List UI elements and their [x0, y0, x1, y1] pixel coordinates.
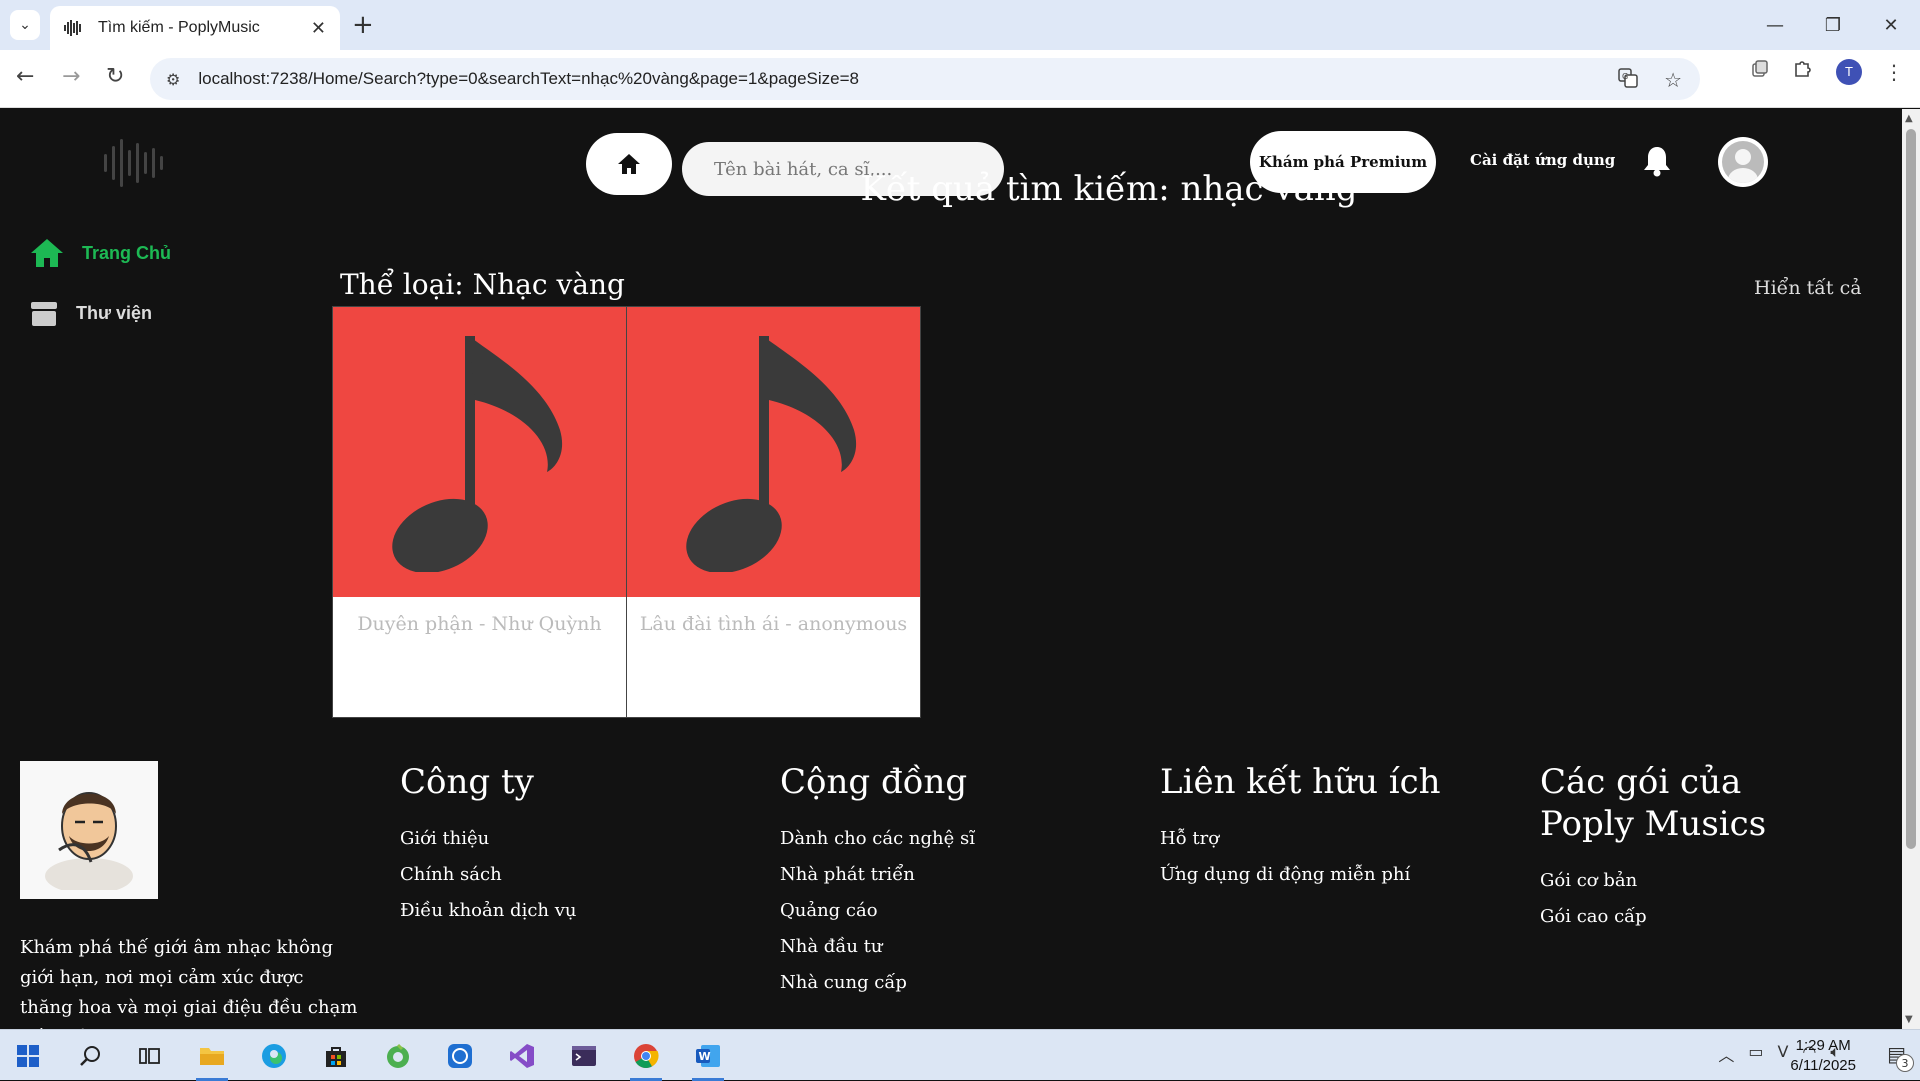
- browser-toolbar: ← → ↻ ⚙ localhost:7238/Home/Search?type=…: [0, 50, 1920, 108]
- zalo-icon[interactable]: [440, 1038, 480, 1074]
- sidebar-item-label: Thư viện: [76, 302, 153, 323]
- footer-link[interactable]: Quảng cáo: [780, 893, 975, 929]
- footer-link[interactable]: Giới thiệu: [400, 821, 577, 857]
- scroll-down-icon[interactable]: ▼: [1905, 1014, 1913, 1025]
- tab-search-button[interactable]: ⌄: [10, 10, 40, 40]
- store-icon[interactable]: [316, 1038, 356, 1074]
- browser-tab[interactable]: Tìm kiếm - PoplyMusic ✕: [50, 6, 340, 50]
- page-content: Khám phá Premium Cài đặt ứng dụng Trang …: [0, 109, 1902, 1029]
- reload-icon[interactable]: ↻: [106, 64, 124, 89]
- scroll-up-icon[interactable]: ▲: [1905, 113, 1913, 124]
- clock-date: 6/11/2025: [1790, 1057, 1856, 1074]
- sidebar-item-library[interactable]: Thư viện: [30, 295, 171, 331]
- footer-logo-image: [20, 761, 158, 899]
- clock-time: 1:29 AM: [1795, 1037, 1851, 1054]
- minimize-icon[interactable]: —: [1746, 0, 1804, 50]
- song-card[interactable]: Duyên phận - Như Quỳnh: [332, 306, 627, 718]
- chrome-icon[interactable]: [626, 1038, 666, 1081]
- terminal-icon[interactable]: [564, 1038, 604, 1074]
- menu-icon[interactable]: ⋮: [1884, 60, 1904, 84]
- edge-browser-icon[interactable]: [254, 1038, 294, 1074]
- windows-start-icon[interactable]: [8, 1038, 48, 1074]
- footer-link[interactable]: Nhà cung cấp: [780, 965, 975, 1001]
- tab-title: Tìm kiếm - PoplyMusic: [98, 19, 260, 36]
- footer-column-useful-links: Liên kết hữu ích Hỗ trợ Ứng dụng di động…: [1160, 761, 1441, 893]
- show-all-link[interactable]: Hiển tất cả: [1754, 277, 1862, 299]
- song-card[interactable]: Lâu đài tình ái - anonymous: [626, 306, 921, 718]
- task-view-icon[interactable]: [130, 1038, 170, 1074]
- coccoc-browser-icon[interactable]: [378, 1038, 418, 1074]
- svg-text:G: G: [1622, 72, 1628, 81]
- word-icon[interactable]: W: [688, 1038, 728, 1081]
- footer-link[interactable]: Nhà phát triển: [780, 857, 975, 893]
- vpn-icon[interactable]: V: [1777, 1042, 1788, 1066]
- profile-avatar[interactable]: T: [1836, 58, 1862, 85]
- footer-link[interactable]: Gói cơ bản: [1540, 863, 1840, 899]
- forward-icon[interactable]: →: [62, 64, 80, 89]
- music-note-icon: [685, 336, 856, 572]
- footer-column-company: Công ty Giới thiệu Chính sách Điều khoản…: [400, 761, 577, 929]
- extensions-stack-icon[interactable]: [1750, 59, 1770, 84]
- music-note-icon: [391, 336, 562, 572]
- install-app-link[interactable]: Cài đặt ứng dụng: [1470, 151, 1615, 169]
- library-icon: [31, 302, 57, 326]
- sidebar-item-label: Trang Chủ: [82, 242, 171, 263]
- footer-column-title: Liên kết hữu ích: [1160, 762, 1441, 802]
- visual-studio-icon[interactable]: [502, 1038, 542, 1074]
- back-icon[interactable]: ←: [16, 64, 34, 89]
- bookmark-star-icon[interactable]: ☆: [1664, 68, 1682, 93]
- tab-close-icon[interactable]: ✕: [311, 18, 326, 39]
- svg-text:W: W: [699, 1050, 711, 1063]
- restore-icon[interactable]: ❐: [1804, 0, 1862, 50]
- site-info-icon[interactable]: ⚙: [166, 70, 180, 89]
- translate-icon[interactable]: G: [1618, 68, 1638, 93]
- footer-column-plans: Các gói của Poply Musics Gói cơ bản Gói …: [1540, 761, 1840, 935]
- battery-icon[interactable]: ▭: [1748, 1042, 1763, 1066]
- poplymusic-favicon: [64, 19, 88, 37]
- search-icon[interactable]: [70, 1038, 110, 1074]
- sidebar-nav: Trang Chủ Thư viện: [30, 235, 171, 355]
- footer-link[interactable]: Dành cho các nghệ sĩ: [780, 821, 975, 857]
- search-results-title: Kết quả tìm kiếm: nhạc vàng: [860, 169, 1358, 209]
- file-explorer-icon[interactable]: [192, 1038, 232, 1081]
- footer-link[interactable]: Chính sách: [400, 857, 577, 893]
- footer-column-community: Cộng đồng Dành cho các nghệ sĩ Nhà phát …: [780, 761, 975, 1001]
- song-cover: [627, 307, 920, 597]
- home-icon: [31, 239, 63, 267]
- page-scrollbar[interactable]: ▲ ▼: [1902, 109, 1920, 1029]
- system-clock[interactable]: 1:29 AM 6/11/2025: [1790, 1036, 1856, 1076]
- notification-center-icon[interactable]: ▤ 3: [1887, 1042, 1914, 1072]
- address-bar[interactable]: ⚙ localhost:7238/Home/Search?type=0&sear…: [150, 58, 1700, 100]
- url-text[interactable]: localhost:7238/Home/Search?type=0&search…: [198, 69, 859, 89]
- footer-column-title: Công ty: [400, 762, 534, 802]
- song-title: Duyên phận - Như Quỳnh: [357, 613, 602, 635]
- song-title: Lâu đài tình ái - anonymous: [639, 613, 908, 635]
- windows-taskbar: W ︿ ▭ V ◠ 🔈︎ 1:29 AM 6/11/2025 ▤ 3: [0, 1029, 1920, 1081]
- sidebar-item-home[interactable]: Trang Chủ: [30, 235, 171, 271]
- notification-badge: 3: [1896, 1054, 1914, 1072]
- footer-description: Khám phá thế giới âm nhạc không giới hạn…: [20, 937, 358, 1029]
- footer-column-title: Các gói của Poply Musics: [1540, 762, 1767, 844]
- genre-heading: Thể loại: Nhạc vàng: [340, 268, 625, 301]
- footer-link[interactable]: Hỗ trợ: [1160, 821, 1441, 857]
- show-hidden-icons-icon[interactable]: ︿: [1718, 1042, 1734, 1066]
- extensions-puzzle-icon[interactable]: [1792, 58, 1814, 85]
- close-window-icon[interactable]: ✕: [1862, 0, 1920, 50]
- footer-link[interactable]: Ứng dụng di động miễn phí: [1160, 857, 1441, 893]
- footer-link[interactable]: Nhà đầu tư: [780, 929, 975, 965]
- footer-column-title: Cộng đồng: [780, 762, 968, 802]
- window-controls: — ❐ ✕: [1746, 0, 1920, 50]
- footer-link[interactable]: Gói cao cấp: [1540, 899, 1840, 935]
- song-cover: [333, 307, 626, 597]
- footer-link[interactable]: Điều khoản dịch vụ: [400, 893, 577, 929]
- footer: Khám phá thế giới âm nhạc không giới hạn…: [0, 761, 1902, 1029]
- scrollbar-thumb[interactable]: [1906, 129, 1916, 849]
- new-tab-button[interactable]: +: [352, 10, 374, 40]
- browser-tab-bar: ⌄ Tìm kiếm - PoplyMusic ✕ + — ❐ ✕: [0, 0, 1920, 50]
